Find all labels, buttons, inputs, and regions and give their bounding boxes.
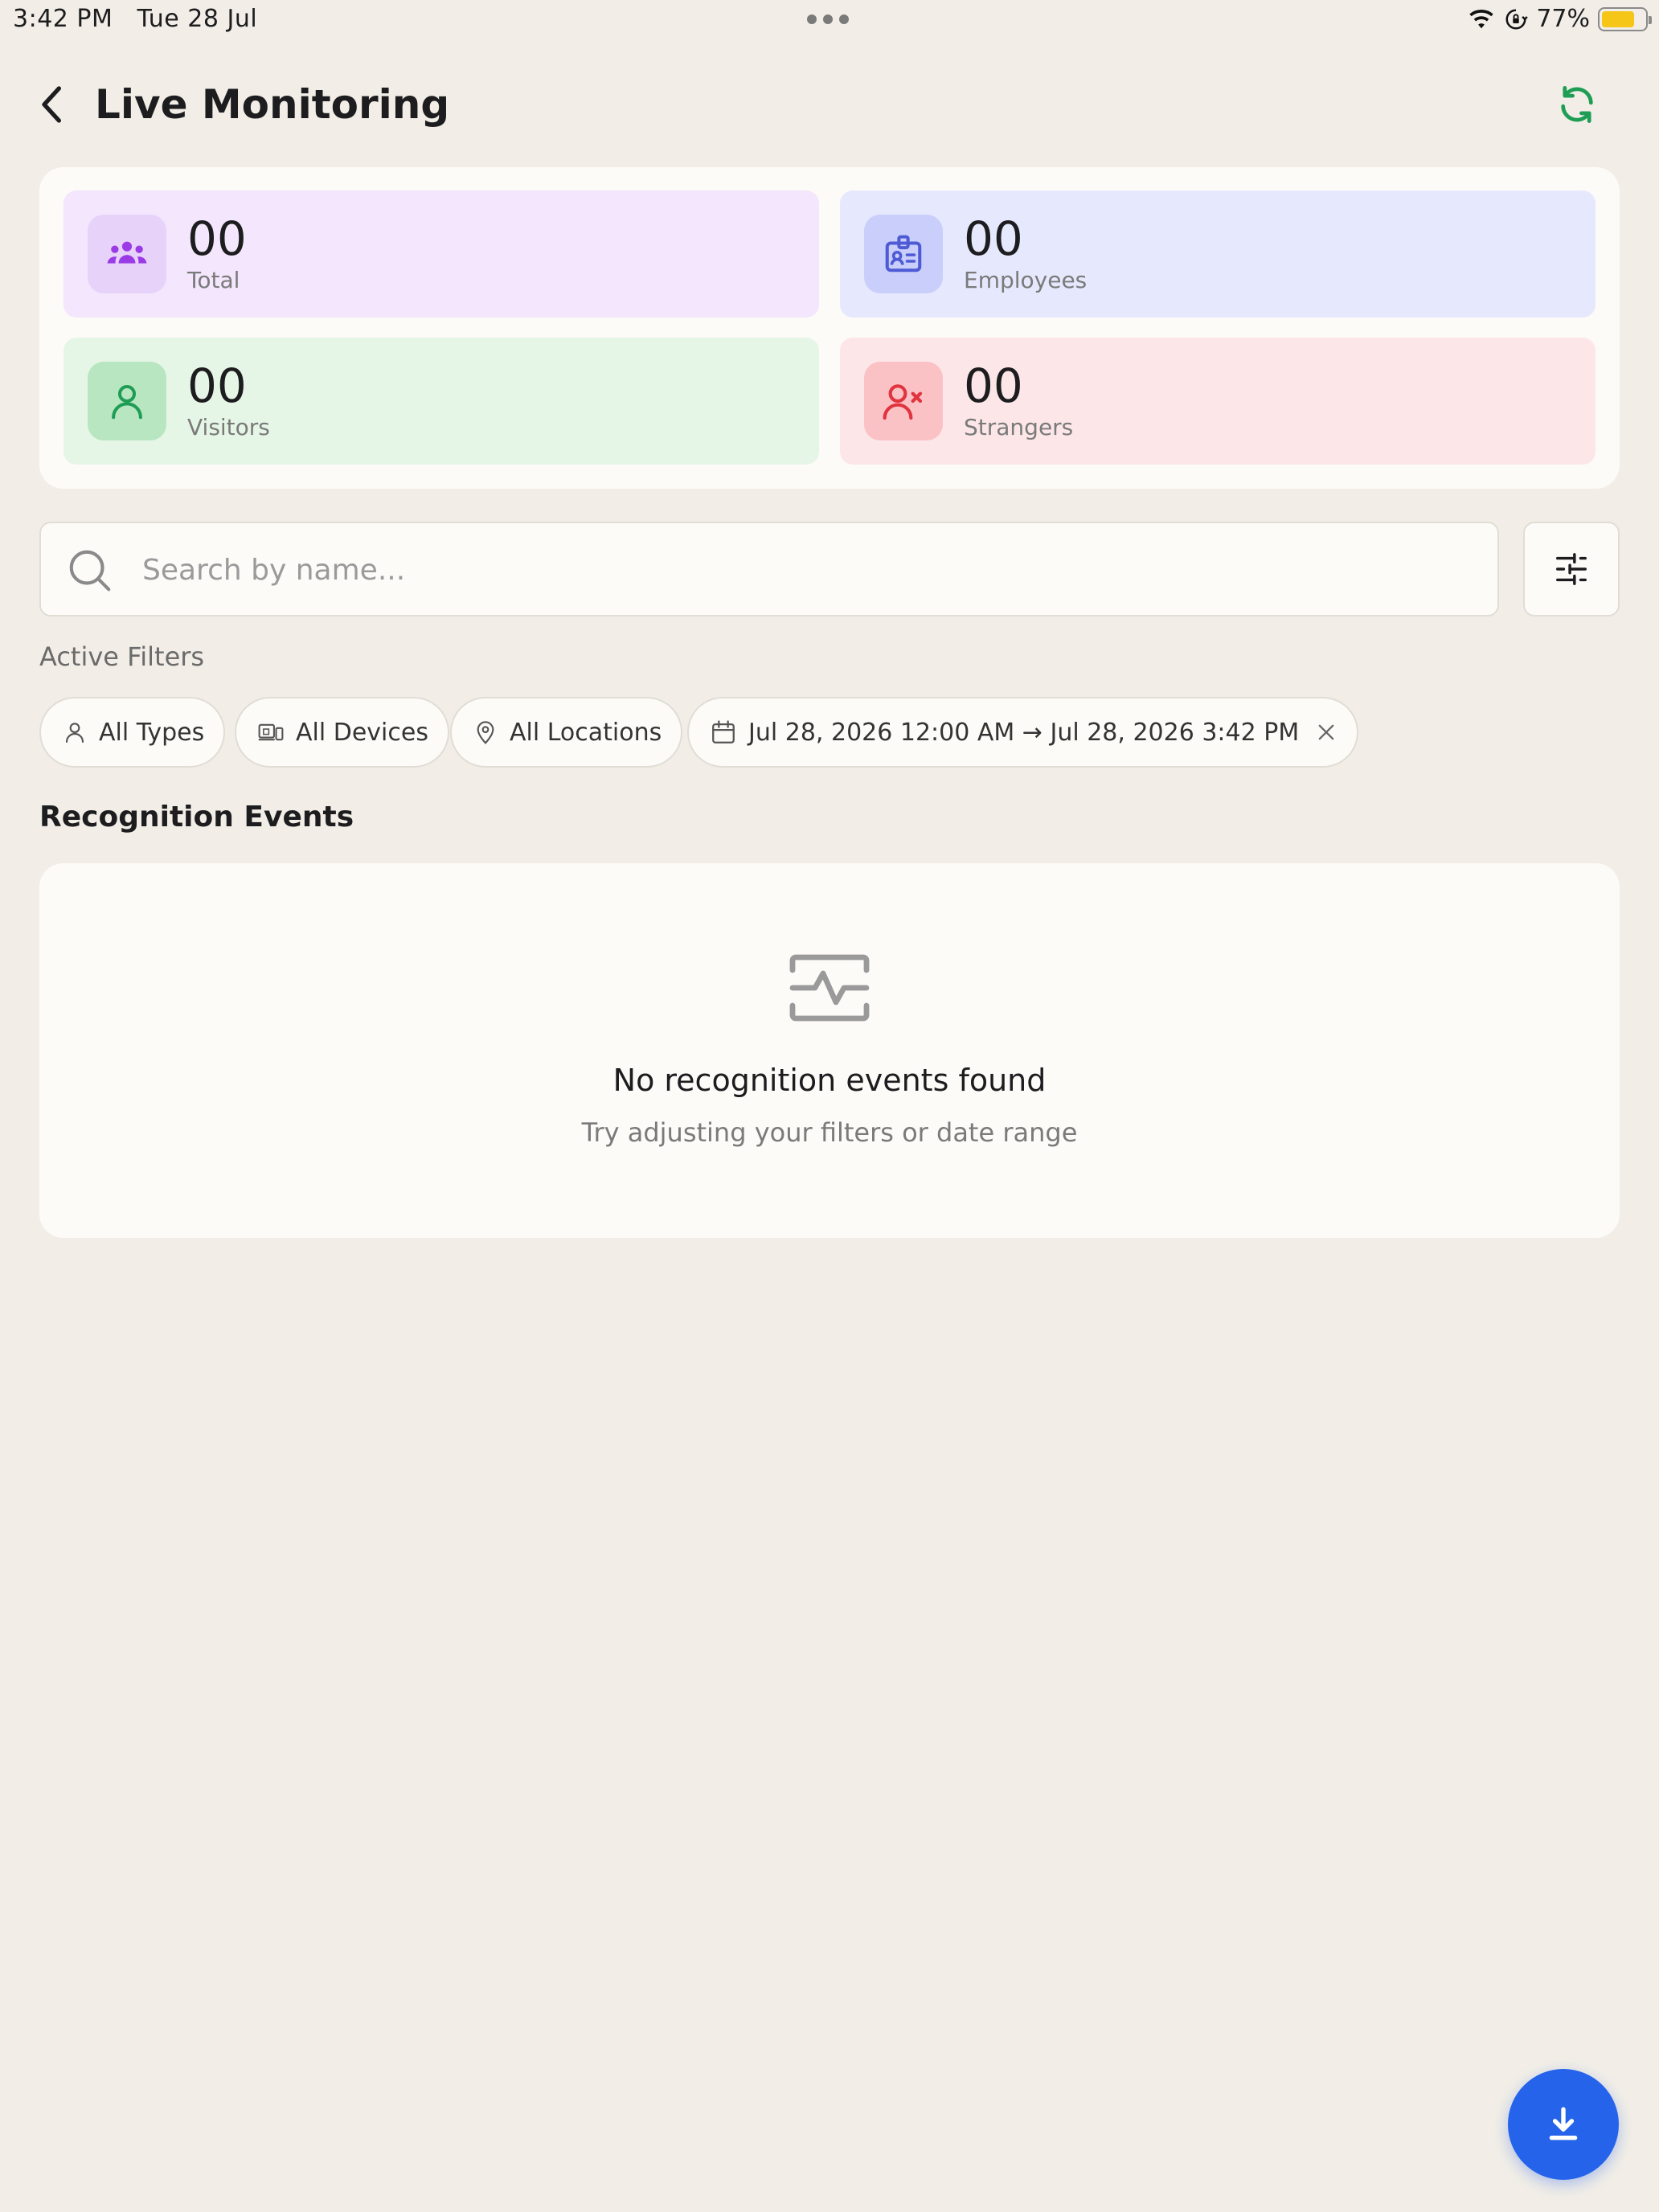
status-indicators: 77%: [1467, 5, 1652, 33]
search-icon: [69, 550, 111, 592]
stat-label-employees: Employees: [964, 267, 1088, 293]
stat-label-visitors: Visitors: [187, 414, 270, 440]
active-filters-label: Active Filters: [39, 641, 205, 672]
user-icon: [112, 384, 142, 420]
map-pin-icon: [477, 721, 494, 744]
stat-icon-visitors: [88, 362, 166, 440]
download-icon: [1549, 2107, 1578, 2140]
refresh-icon: [1561, 86, 1593, 123]
filter-button[interactable]: [1523, 522, 1620, 616]
battery-percent: 77%: [1536, 5, 1590, 33]
stat-value-visitors: 00: [187, 358, 247, 413]
filter-chip-label: Jul 28, 2026 12:00 AM → Jul 28, 2026 3:4…: [748, 718, 1300, 747]
stat-label-total: Total: [187, 267, 240, 293]
filter-chip-locations[interactable]: All Locations: [450, 697, 683, 768]
sliders-icon: [1556, 553, 1587, 585]
page-title: Live Monitoring: [95, 81, 450, 128]
close-icon[interactable]: [1315, 721, 1337, 743]
stat-tile-visitors[interactable]: 00 Visitors: [63, 338, 819, 465]
status-time: 3:42 PM Tue 28 Jul: [13, 5, 258, 33]
id-badge-icon: [885, 235, 922, 272]
stat-label-strangers: Strangers: [964, 414, 1074, 440]
filter-chip-devices[interactable]: All Devices: [235, 697, 449, 768]
recognition-events-title: Recognition Events: [39, 801, 354, 834]
filter-chip-date-range[interactable]: Jul 28, 2026 12:00 AM → Jul 28, 2026 3:4…: [687, 697, 1359, 768]
download-button[interactable]: [1508, 2069, 1619, 2180]
back-button[interactable]: [32, 80, 72, 129]
search-input[interactable]: [142, 539, 1477, 600]
empty-state-title: No recognition events found: [612, 1063, 1047, 1098]
multitasking-dots[interactable]: [807, 14, 849, 24]
empty-state-card: No recognition events found Try adjustin…: [39, 863, 1620, 1238]
user-icon: [65, 723, 84, 743]
empty-state-subtitle: Try adjusting your filters or date range: [581, 1117, 1078, 1148]
stat-value-total: 00: [187, 211, 247, 266]
stat-icon-employees: [864, 215, 943, 293]
stat-value-strangers: 00: [964, 358, 1023, 413]
activity-icon: [789, 954, 870, 1022]
refresh-button[interactable]: [1550, 77, 1604, 132]
calendar-icon: [712, 720, 735, 743]
user-x-icon: [883, 384, 923, 420]
search-box[interactable]: [39, 522, 1499, 616]
filter-chip-types[interactable]: All Types: [39, 697, 226, 768]
stat-tile-total[interactable]: 00 Total: [63, 190, 819, 317]
wifi-icon: [1469, 9, 1494, 28]
header: Live Monitoring: [0, 72, 1659, 137]
chevron-left-icon: [42, 86, 61, 123]
battery-icon: [1598, 6, 1652, 31]
filter-chip-label: All Types: [99, 718, 205, 747]
stat-tile-strangers[interactable]: 00 Strangers: [840, 338, 1596, 465]
stat-icon-total: [88, 215, 166, 293]
filter-chip-label: All Locations: [510, 718, 662, 747]
stat-tile-employees[interactable]: 00 Employees: [840, 190, 1596, 317]
devices-icon: [258, 723, 284, 741]
stats-card: 00 Total 00 Employees 00 Visitors 00 Str…: [39, 167, 1620, 489]
filter-chip-label: All Devices: [296, 718, 428, 747]
group-icon: [107, 241, 147, 264]
stat-value-employees: 00: [964, 211, 1023, 266]
orientation-lock-icon: [1505, 9, 1529, 29]
stat-icon-strangers: [864, 362, 943, 440]
status-bar: 3:42 PM Tue 28 Jul 77%: [0, 0, 1659, 40]
